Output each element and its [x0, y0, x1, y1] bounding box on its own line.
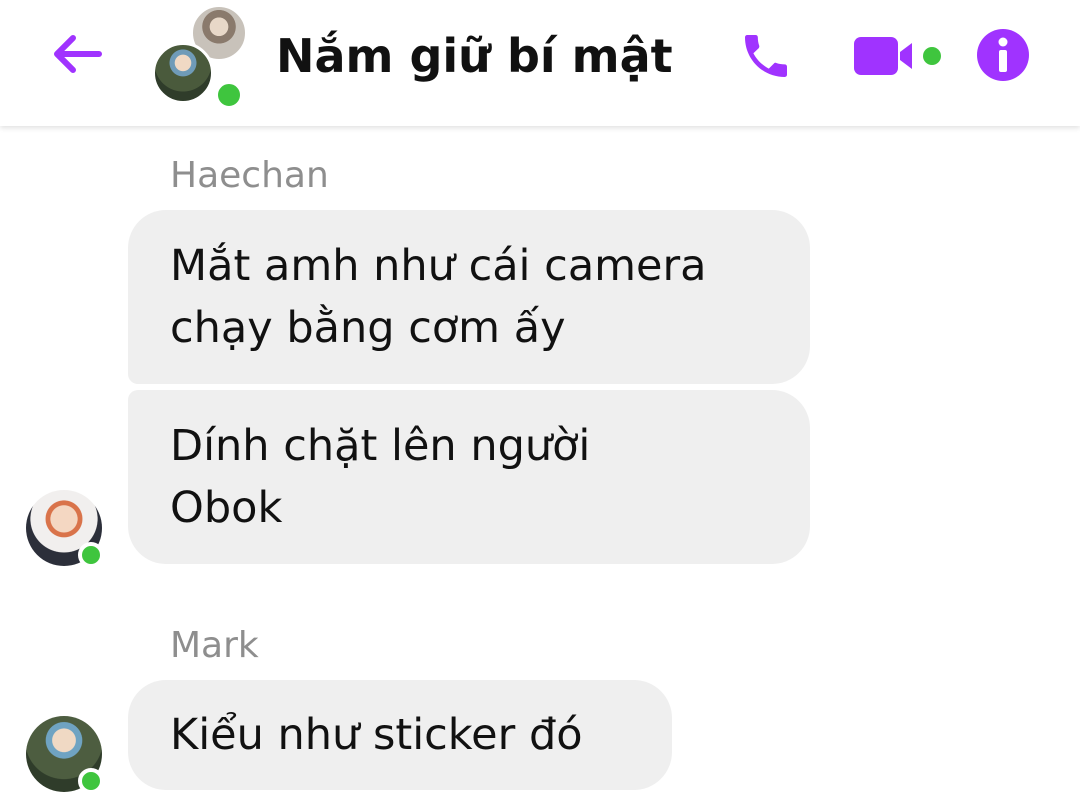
info-button[interactable] — [972, 24, 1034, 86]
sender-name: Mark — [170, 625, 259, 666]
group-avatar[interactable] — [148, 4, 252, 110]
online-status-dot — [78, 542, 104, 568]
sender-name: Haechan — [170, 155, 329, 196]
message-bubble[interactable]: Mắt amh như cái camera chạy bằng cơm ấy — [128, 210, 810, 384]
video-camera-icon — [854, 37, 941, 75]
info-icon — [977, 29, 1029, 81]
message-line: chạy bằng cơm ấy — [170, 303, 566, 353]
online-status-dot — [78, 768, 104, 794]
video-call-button[interactable] — [850, 28, 946, 84]
chat-title[interactable]: Nắm giữ bí mật — [276, 26, 673, 86]
sender-avatar[interactable] — [26, 716, 104, 794]
message-bubble[interactable]: Kiểu như sticker đó — [128, 680, 672, 790]
phone-icon — [745, 35, 787, 77]
member-avatar-front — [152, 42, 214, 104]
message-line: Mắt amh như cái camera — [170, 241, 707, 291]
call-button[interactable] — [734, 24, 798, 88]
sender-avatar[interactable] — [26, 490, 104, 568]
message-line: Dính chặt lên người — [170, 421, 591, 471]
message-bubble[interactable]: Dính chặt lên người Obok — [128, 390, 810, 564]
back-button[interactable] — [44, 26, 108, 82]
message-line: Kiểu như sticker đó — [170, 710, 583, 760]
message-line: Obok — [170, 483, 283, 533]
chat-header: Nắm giữ bí mật — [0, 0, 1080, 126]
online-status-dot — [214, 80, 244, 110]
arrow-left-icon — [54, 35, 102, 73]
